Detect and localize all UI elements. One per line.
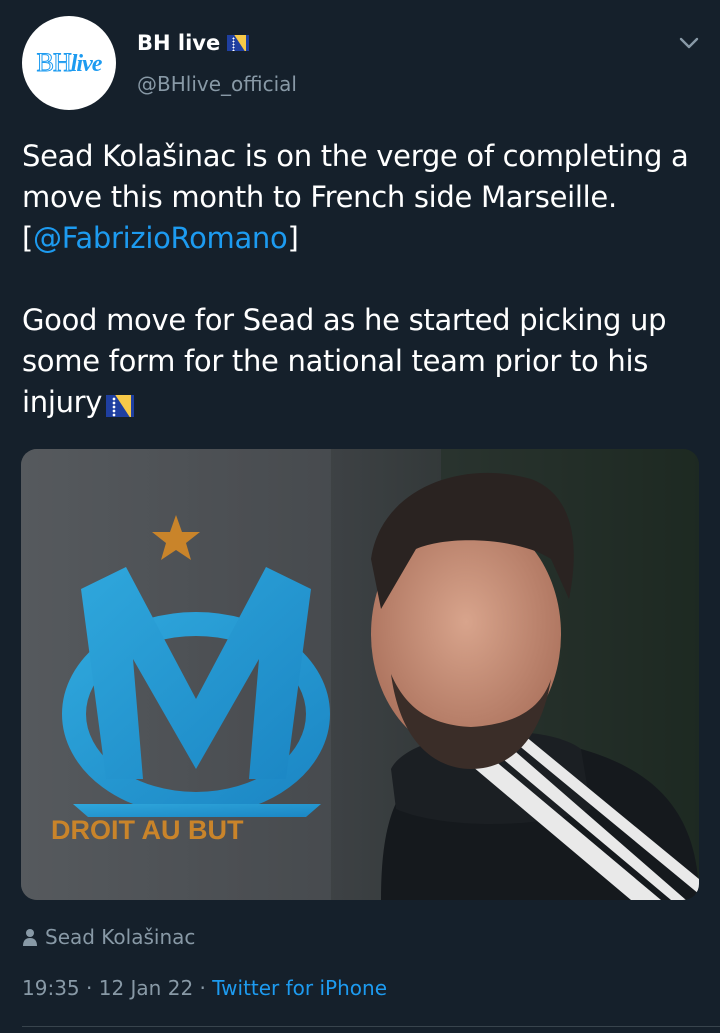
bosnia-flag-icon bbox=[106, 395, 135, 417]
meta-separator: · bbox=[79, 976, 99, 1000]
tagged-person-name[interactable]: Sead Kolašinac bbox=[45, 925, 195, 949]
avatar-logo: BHlive bbox=[36, 48, 102, 78]
media-image[interactable]: DROIT AU BUT bbox=[21, 449, 699, 900]
tweet-time[interactable]: 19:35 bbox=[22, 976, 80, 1000]
tweet-metadata: 19:35 · 12 Jan 22 · Twitter for iPhone bbox=[22, 976, 387, 1000]
tweet: BHlive BH live @BHlive_official Sead Kol… bbox=[0, 0, 720, 1033]
bosnia-flag-icon bbox=[227, 35, 250, 51]
tweet-paragraph-1: Sead Kolašinac is on the verge of comple… bbox=[22, 136, 698, 259]
tweet-text: Sead Kolašinac is on the verge of comple… bbox=[22, 136, 698, 423]
tweet-line-1: Sead Kolašinac is on the verge of comple… bbox=[22, 139, 689, 214]
bracket-close: ] bbox=[287, 221, 299, 255]
chevron-down-icon[interactable] bbox=[676, 30, 702, 56]
bracket-open: [ bbox=[22, 221, 34, 255]
username[interactable]: @BHlive_official bbox=[137, 72, 297, 96]
person-icon bbox=[23, 929, 37, 946]
tweet-date[interactable]: 12 Jan 22 bbox=[99, 976, 193, 1000]
tweet-paragraph-2: Good move for Sead as he started picking… bbox=[22, 300, 698, 423]
avatar[interactable]: BHlive bbox=[22, 16, 116, 110]
tagged-people[interactable]: Sead Kolašinac bbox=[22, 925, 195, 949]
divider bbox=[22, 1026, 720, 1027]
meta-separator: · bbox=[193, 976, 213, 1000]
display-name-row[interactable]: BH live bbox=[137, 31, 250, 55]
tweet-source-link[interactable]: Twitter for iPhone bbox=[212, 976, 387, 1000]
display-name[interactable]: BH live bbox=[137, 31, 220, 55]
mention-link[interactable]: @FabrizioRomano bbox=[33, 221, 288, 255]
logo-motto: DROIT AU BUT bbox=[51, 815, 244, 845]
